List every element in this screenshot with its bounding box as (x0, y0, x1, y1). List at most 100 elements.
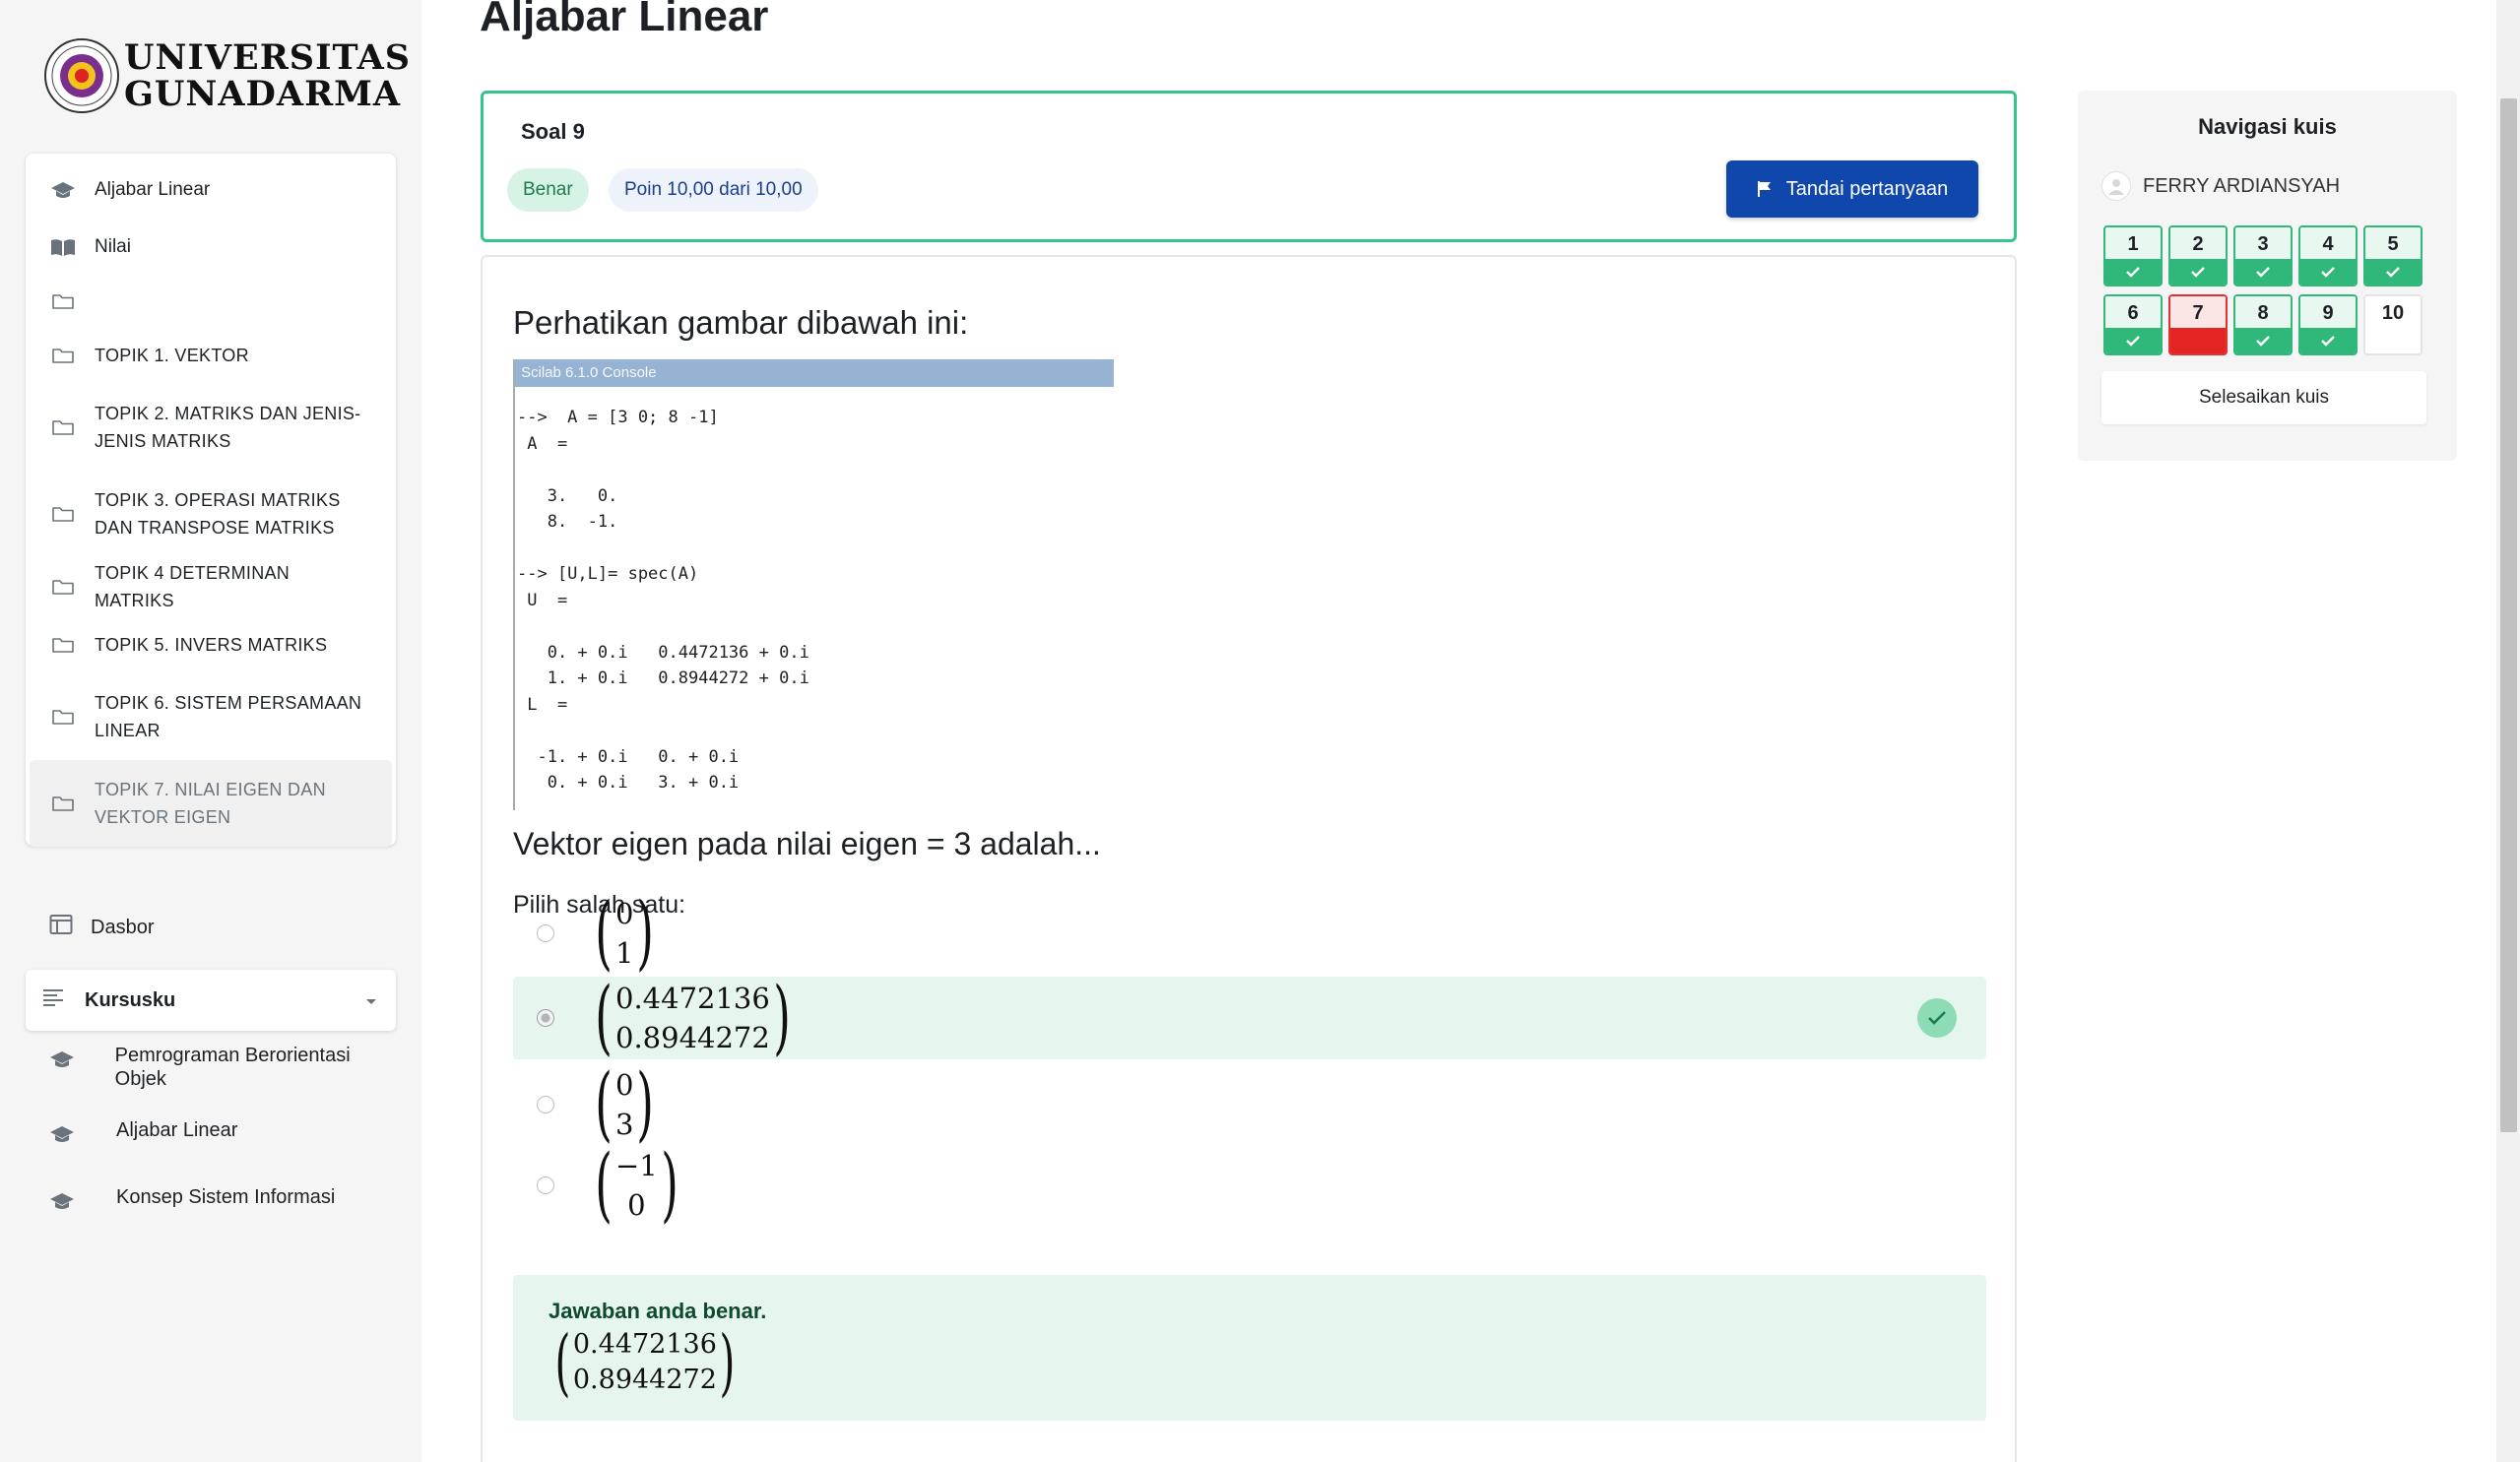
check-icon (2105, 259, 2161, 285)
quiz-navigation: Navigasi kuis FERRY ARDIANSYAH 12345 6789… (2078, 91, 2457, 461)
quiz-nav-question-1[interactable]: 1 (2103, 225, 2163, 286)
sidebar-item-label: TOPIK 5. INVERS MATRIKS (95, 635, 328, 655)
folder-icon (49, 502, 77, 526)
answer-radio[interactable] (537, 1009, 554, 1027)
answer-option[interactable]: (0.4472136 0.8944272) (513, 977, 1986, 1059)
sidebar-item-5[interactable]: TOPIK 2. MATRIKS DAN JENIS-JENIS MATRIKS (30, 384, 392, 471)
incorrect-marker (2170, 328, 2226, 353)
check-icon (2300, 259, 2356, 285)
question-text: Perhatikan gambar dibawah ini: (513, 304, 969, 341)
answer-vector-top: 0 (615, 897, 634, 930)
folder-icon (49, 415, 77, 439)
quiz-nav-question-9[interactable]: 9 (2298, 294, 2358, 355)
sidebar-item-9[interactable]: TOPIK 6. SISTEM PERSAMAAN LINEAR (30, 673, 392, 760)
dashboard-label: Dasbor (91, 916, 155, 938)
flag-question-label: Tandai pertanyaan (1785, 177, 1949, 200)
quiz-nav-question-7[interactable]: 7 (2168, 294, 2228, 355)
quiz-nav-question-8[interactable]: 8 (2233, 294, 2293, 355)
quiz-nav-number: 6 (2105, 296, 2161, 330)
graduation-cap-icon (49, 1049, 78, 1075)
feedback-vector-top: 0.4472136 (572, 1329, 717, 1360)
quiz-nav-question-4[interactable]: 4 (2298, 225, 2358, 286)
answer-vector-bottom: 0.8944272 (615, 1021, 770, 1054)
question-info-card: Soal 9 Benar Poin 10,00 dari 10,00 Tanda… (481, 91, 2017, 242)
quiz-nav-number: 1 (2105, 227, 2161, 261)
my-courses-dropdown[interactable]: Kursusku (26, 970, 396, 1031)
scrollbar-thumb[interactable] (2500, 98, 2517, 1132)
book-icon (49, 235, 77, 259)
sidebar-item-1[interactable]: Aljabar Linear (30, 161, 392, 219)
sidebar-item-label: TOPIK 2. MATRIKS DAN JENIS-JENIS MATRIKS (95, 404, 361, 451)
answer-vector-bottom: 1 (615, 936, 634, 970)
my-course-item[interactable]: Konsep Sistem Informasi (49, 1185, 394, 1217)
answer-radio[interactable] (537, 924, 554, 942)
check-icon (2235, 328, 2291, 353)
finish-attempt-button[interactable]: Selesaikan kuis (2101, 371, 2426, 424)
answer-vector: (0.4472136 0.8944272) (595, 971, 791, 1064)
sidebar-item-2[interactable]: Nilai (30, 219, 392, 276)
answer-vector: (−1 0) (595, 1138, 678, 1232)
avatar (2101, 171, 2131, 201)
my-course-label: Aljabar Linear (116, 1119, 238, 1141)
quiz-nav-number: 9 (2300, 296, 2356, 330)
quiz-nav-title: Navigasi kuis (2198, 114, 2337, 139)
answer-option[interactable]: (0 3) (513, 1063, 1986, 1146)
folder-icon (49, 633, 77, 657)
quiz-nav-question-2[interactable]: 2 (2168, 225, 2228, 286)
quiz-nav-question-10[interactable]: 10 (2363, 294, 2423, 355)
sidebar-item-3[interactable] (30, 276, 392, 327)
answer-option[interactable]: (0 1) (513, 892, 1986, 975)
quiz-nav-number: 8 (2235, 296, 2291, 330)
answer-vector-top: 0.4472136 (615, 982, 770, 1015)
my-course-label: Pemrograman Berorientasi Objek (114, 1045, 351, 1090)
feedback-vector: ( 0.4472136 0.8944272 ) (554, 1320, 736, 1405)
folder-icon (49, 792, 77, 815)
dashboard-link[interactable]: Dasbor (49, 914, 154, 941)
quiz-nav-number: 7 (2170, 296, 2226, 330)
quiz-nav-question-3[interactable]: 3 (2233, 225, 2293, 286)
answer-vector: (0 1) (595, 886, 655, 980)
sidebar-item-10[interactable]: TOPIK 7. NILAI EIGEN DAN VEKTOR EIGEN (30, 760, 392, 847)
quiz-nav-number: 3 (2235, 227, 2291, 261)
answer-vector-top: −1 (615, 1149, 658, 1182)
graduation-cap-icon (49, 1191, 79, 1217)
check-icon (2300, 328, 2356, 353)
check-icon (2365, 259, 2421, 285)
question-subtext: Vektor eigen pada nilai eigen = 3 adalah… (513, 826, 1101, 861)
sidebar-item-label: TOPIK 4 DETERMINAN MATRIKS (95, 563, 291, 610)
quiz-nav-question-6[interactable]: 6 (2103, 294, 2163, 355)
quiz-nav-number: 2 (2170, 227, 2226, 261)
quiz-nav-question-5[interactable]: 5 (2363, 225, 2423, 286)
answer-radio[interactable] (537, 1176, 554, 1194)
answer-vector-top: 0 (615, 1068, 634, 1102)
university-name: UNIVERSITAS GUNADARMA (124, 37, 412, 114)
answer-radio[interactable] (537, 1096, 554, 1113)
university-logo[interactable]: UNIVERSITAS GUNADARMA (43, 37, 411, 114)
sidebar-item-8[interactable]: TOPIK 5. INVERS MATRIKS (30, 616, 392, 673)
sidebar-item-label: TOPIK 3. OPERASI MATRIKS DAN TRANSPOSE M… (95, 490, 341, 538)
quiz-nav-number: 4 (2300, 227, 2356, 261)
flag-question-button[interactable]: Tandai pertanyaan (1726, 160, 1978, 218)
sidebar-item-label: TOPIK 1. VEKTOR (95, 346, 249, 365)
sidebar-item-label: TOPIK 7. NILAI EIGEN DAN VEKTOR EIGEN (95, 780, 326, 827)
sidebar-item-4[interactable]: TOPIK 1. VEKTOR (30, 327, 392, 384)
my-courses-label: Kursusku (85, 988, 176, 1011)
my-courses-list: Pemrograman Berorientasi Objek Aljabar Li… (49, 1044, 394, 1252)
question-card: Perhatikan gambar dibawah ini: Scilab 6.… (481, 255, 2017, 1462)
folder-icon (49, 705, 77, 729)
my-course-item[interactable]: Aljabar Linear (49, 1118, 394, 1150)
university-seal-icon (44, 38, 119, 113)
correct-check-icon (1917, 998, 1957, 1038)
quiz-nav-number: 10 (2365, 296, 2421, 330)
page-title: Aljabar Linear (480, 0, 769, 40)
sidebar: UNIVERSITAS GUNADARMA Aljabar Linear Nila… (0, 0, 421, 1462)
sidebar-item-7[interactable]: TOPIK 4 DETERMINAN MATRIKS (30, 557, 392, 616)
my-course-item[interactable]: Pemrograman Berorientasi Objek (49, 1044, 394, 1091)
quiz-user[interactable]: FERRY ARDIANSYAH (2101, 171, 2340, 201)
sidebar-item-6[interactable]: TOPIK 3. OPERASI MATRIKS DAN TRANSPOSE M… (30, 471, 392, 557)
answer-option[interactable]: (−1 0) (513, 1144, 1986, 1227)
table-icon (49, 914, 73, 941)
check-icon (2105, 328, 2161, 353)
graduation-cap-icon (49, 178, 77, 202)
list-icon (43, 988, 65, 1012)
